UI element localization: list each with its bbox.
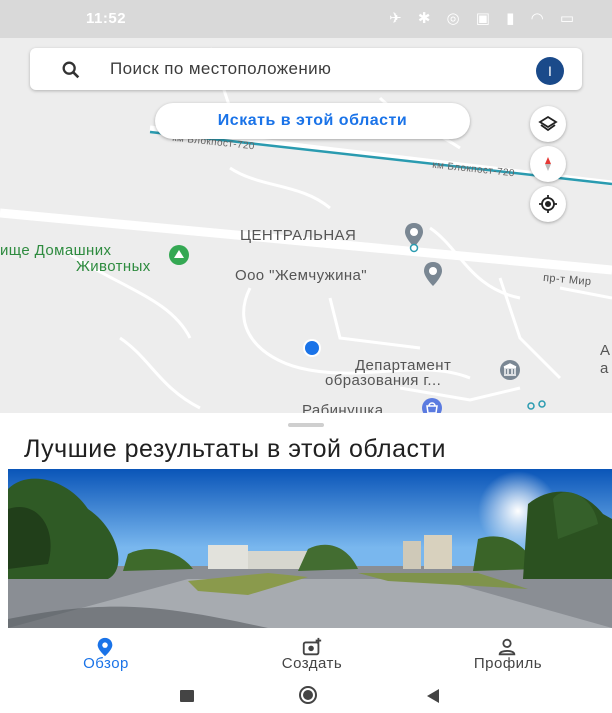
nav-explore[interactable]: Обзор: [6, 628, 206, 680]
search-this-area-button[interactable]: Искать в этой области: [155, 103, 470, 139]
government-pin-icon[interactable]: [498, 358, 522, 382]
my-location-icon: [539, 195, 557, 213]
map-roads: [0, 47, 612, 410]
current-location-dot: [305, 341, 319, 355]
search-bar[interactable]: Поиск по местоположению I: [30, 48, 582, 90]
search-input[interactable]: Поиск по местоположению: [110, 59, 331, 79]
map-pin-icon[interactable]: [421, 260, 445, 288]
my-location-button[interactable]: [530, 186, 566, 222]
compass-icon: [545, 157, 551, 171]
system-navigation-bar: [0, 680, 612, 713]
sheet-drag-handle[interactable]: [288, 423, 324, 427]
street-view-panorama[interactable]: [8, 469, 612, 628]
square-icon[interactable]: [180, 690, 194, 702]
status-icons: ✈ ✱ ◎ ▣ ▮ ◠ ▭: [389, 10, 580, 27]
results-sheet[interactable]: Лучшие результаты в этой области: [0, 413, 612, 628]
compass-button[interactable]: [530, 146, 566, 182]
bottom-navigation: Обзор Создать Профиль: [0, 628, 612, 680]
shop-pin-icon[interactable]: [420, 396, 444, 413]
search-icon: [62, 61, 80, 79]
place-label[interactable]: ЦЕНТРАЛЬНАЯ: [240, 227, 356, 244]
nav-profile[interactable]: Профиль: [408, 628, 608, 680]
circle-icon[interactable]: [299, 686, 317, 704]
place-label: а: [600, 360, 609, 377]
status-time: 11:52: [86, 10, 127, 27]
place-label[interactable]: Рабинушка: [302, 402, 383, 413]
nav-label: Обзор: [83, 655, 129, 672]
place-label[interactable]: образования г...: [325, 372, 441, 389]
map-pin-icon[interactable]: [402, 221, 426, 253]
results-title: Лучшие результаты в этой области: [24, 435, 446, 463]
park-pin-icon[interactable]: [167, 243, 191, 267]
layers-icon: [538, 115, 558, 132]
status-bar: 11:52 ✈ ✱ ◎ ▣ ▮ ◠ ▭: [0, 0, 612, 38]
layers-button[interactable]: [530, 106, 566, 142]
back-triangle-icon[interactable]: [426, 688, 440, 704]
place-label[interactable]: Ооо "Жемчужина": [235, 267, 367, 284]
map-view[interactable]: км Блокпост-720 км Блокпост-720 пр-т Мир…: [0, 38, 612, 413]
nav-label: Профиль: [473, 655, 543, 672]
water-marker-icon: [527, 400, 546, 410]
place-label[interactable]: Животных: [76, 258, 151, 275]
panorama-image: [8, 469, 612, 628]
place-label[interactable]: ище Домашних: [0, 242, 111, 259]
nav-create[interactable]: Создать: [212, 628, 412, 680]
nav-label: Создать: [281, 655, 343, 672]
avatar[interactable]: I: [536, 57, 564, 85]
place-label: А: [600, 342, 611, 359]
